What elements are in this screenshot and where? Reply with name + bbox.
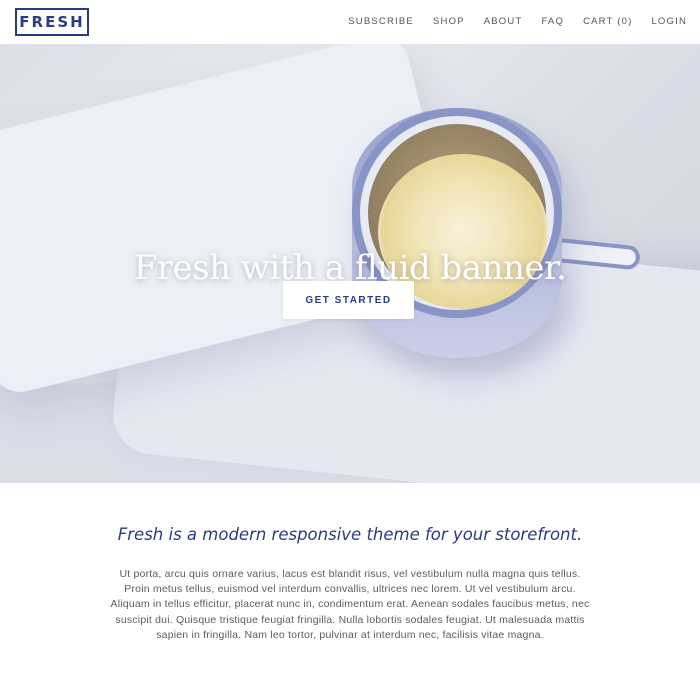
intro-section: Fresh is a modern responsive theme for y… [0,483,700,673]
intro-paragraph: Ut porta, arcu quis ornare varius, lacus… [110,568,590,641]
site-header: FRESH SUBSCRIBE SHOP ABOUT FAQ CART (0) … [0,0,700,44]
nav-about[interactable]: ABOUT [484,16,523,27]
get-started-button[interactable]: GET STARTED [283,281,414,319]
nav-shop[interactable]: SHOP [433,16,465,27]
hero-banner: Fresh with a fluid banner. GET STARTED [0,44,700,483]
nav-faq[interactable]: FAQ [541,16,564,27]
site-logo[interactable]: FRESH [15,8,89,36]
nav-login[interactable]: LOGIN [651,16,687,27]
main-nav: SUBSCRIBE SHOP ABOUT FAQ CART (0) LOGIN [348,16,687,27]
nav-cart[interactable]: CART (0) [583,16,632,27]
tagline: Fresh is a modern responsive theme for y… [117,525,583,544]
nav-subscribe[interactable]: SUBSCRIBE [348,16,414,27]
